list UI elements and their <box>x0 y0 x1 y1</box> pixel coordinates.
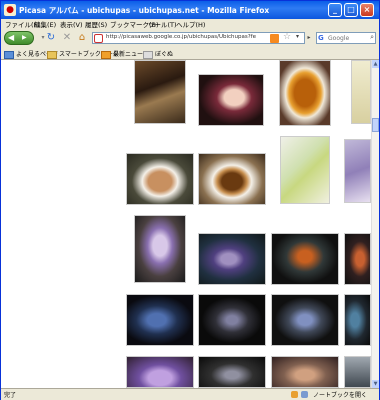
photo-thumbnail[interactable] <box>126 294 194 346</box>
reload-icon[interactable]: ↻ <box>45 32 57 44</box>
left-blank-area <box>1 60 118 388</box>
menu-help[interactable]: ヘルプ(H) <box>176 19 205 29</box>
browser-window: ● Picasa アルバム - ubichupas - ubichupas.ne… <box>0 0 380 400</box>
photo-thumbnail[interactable] <box>271 356 339 388</box>
back-forward-buttons: ◀ ▶ <box>4 31 34 45</box>
go-button[interactable]: ▸ <box>304 32 314 44</box>
maximize-button[interactable]: □ <box>344 3 358 17</box>
photo-thumbnail[interactable] <box>134 60 186 124</box>
photo-thumbnail[interactable] <box>198 74 264 126</box>
menu-view[interactable]: 表示(V) <box>60 19 83 29</box>
home-icon[interactable]: ⌂ <box>76 32 88 44</box>
rss-feed-icon[interactable] <box>270 34 279 43</box>
photo-thumbnail[interactable] <box>198 356 266 388</box>
status-notebook-link[interactable]: ノートブックを開く <box>313 390 367 399</box>
photo-thumbnail[interactable] <box>126 356 194 388</box>
scroll-up-icon[interactable]: ▲ <box>372 60 379 68</box>
menu-history[interactable]: 履歴(S) <box>85 19 107 29</box>
bookmark-bogunu[interactable]: ぼぐぬ <box>143 49 173 59</box>
url-dropdown-icon[interactable]: ▾ <box>296 33 299 40</box>
bookmark-folder-icon <box>4 50 14 59</box>
page-content <box>1 60 371 388</box>
photo-thumbnail[interactable] <box>344 356 371 388</box>
firefox-icon: ● <box>4 4 16 16</box>
photo-thumbnail[interactable] <box>344 294 371 346</box>
status-bar: 完了 ノートブックを開く <box>1 388 379 400</box>
photo-thumbnail[interactable] <box>126 153 194 205</box>
addon-icon[interactable] <box>291 391 298 398</box>
photo-thumbnail[interactable] <box>134 215 186 283</box>
scrollbar-thumb[interactable] <box>372 118 379 132</box>
google-logo-icon: G <box>318 34 324 42</box>
menu-edit[interactable]: 編集(E) <box>34 19 56 29</box>
bookmark-label: ぼぐぬ <box>155 51 174 58</box>
photo-thumbnail[interactable] <box>344 139 371 203</box>
vertical-scrollbar[interactable]: ▲ ▼ <box>371 60 379 388</box>
navigation-toolbar: ◀ ▶ ▾ ↻ ✕ ⌂ http://picasaweb.google.co.j… <box>1 29 379 48</box>
photo-thumbnail[interactable] <box>271 294 339 346</box>
url-text[interactable]: http://picasaweb.google.co.jp/ubichupas/… <box>106 34 256 40</box>
title-bar: ● Picasa アルバム - ubichupas - ubichupas.ne… <box>1 1 379 19</box>
bookmark-folder-icon <box>47 50 57 59</box>
photo-thumbnail[interactable] <box>198 294 266 346</box>
back-arrow-icon[interactable]: ◀ <box>8 32 14 44</box>
window-title: Picasa アルバム - ubichupas - ubichupas.net … <box>19 6 270 15</box>
photo-thumbnail[interactable] <box>279 60 331 126</box>
stop-icon[interactable]: ✕ <box>61 32 73 44</box>
url-bar[interactable]: http://picasaweb.google.co.jp/ubichupas/… <box>92 32 305 44</box>
notebook-icon[interactable] <box>301 391 308 398</box>
bookmark-news[interactable]: 最新ニュース <box>101 49 149 59</box>
status-text: 完了 <box>4 392 17 399</box>
close-button[interactable]: × <box>360 3 374 17</box>
search-box[interactable]: G ⌕ <box>316 32 376 44</box>
minimize-button[interactable]: _ <box>328 3 342 17</box>
site-favicon <box>94 34 103 43</box>
menu-bar: ファイル(F) 編集(E) 表示(V) 履歴(S) ブックマーク(B) ツール(… <box>1 19 379 29</box>
page-icon <box>143 50 153 59</box>
photo-thumbnail[interactable] <box>271 233 339 285</box>
photo-thumbnail[interactable] <box>344 233 371 285</box>
menu-tools[interactable]: ツール(T) <box>148 19 177 29</box>
photo-thumbnail[interactable] <box>280 136 330 204</box>
search-icon[interactable]: ⌕ <box>370 33 374 42</box>
search-input[interactable] <box>328 33 366 43</box>
bookmark-star-icon[interactable]: ☆ <box>283 32 291 42</box>
photo-thumbnail[interactable] <box>351 60 371 124</box>
photo-thumbnail[interactable] <box>198 233 266 285</box>
bookmarks-toolbar: よく見るページ スマートブックマーク 最新ニュース ぼぐぬ <box>1 48 379 60</box>
scroll-down-icon[interactable]: ▼ <box>372 380 379 388</box>
forward-arrow-icon[interactable]: ▶ <box>22 32 27 44</box>
rss-folder-icon <box>101 50 111 59</box>
photo-thumbnail[interactable] <box>198 153 266 205</box>
